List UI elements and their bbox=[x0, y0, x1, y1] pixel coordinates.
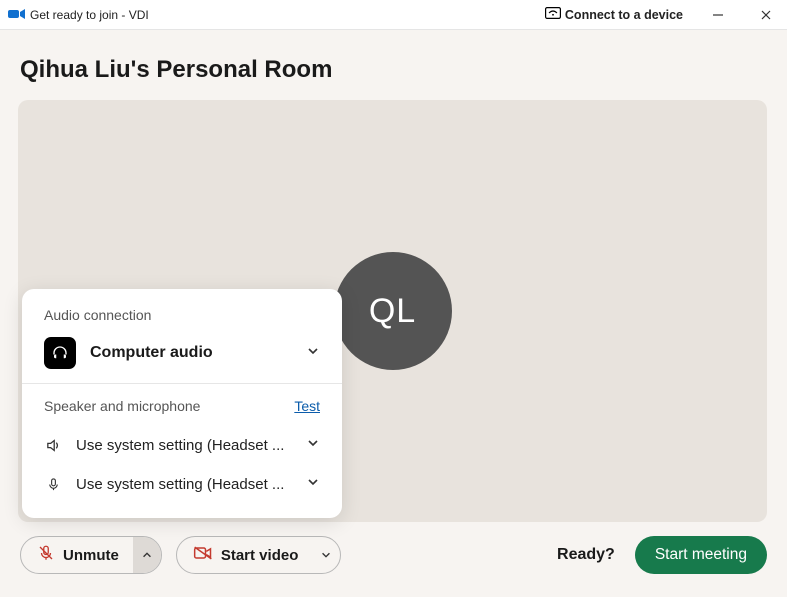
microphone-value: Use system setting (Headset ... bbox=[76, 476, 292, 493]
speaker-value: Use system setting (Headset ... bbox=[76, 437, 292, 454]
microphone-icon bbox=[44, 476, 62, 493]
chevron-down-icon bbox=[306, 475, 320, 494]
startvideo-control-group: Start video bbox=[176, 536, 342, 574]
avatar: QL bbox=[334, 252, 452, 370]
start-video-options-toggle[interactable] bbox=[312, 537, 340, 573]
unmute-label: Unmute bbox=[63, 547, 119, 564]
divider bbox=[22, 383, 342, 384]
avatar-initials: QL bbox=[369, 292, 416, 331]
start-video-button[interactable]: Start video bbox=[177, 537, 313, 573]
microphone-selector[interactable]: Use system setting (Headset ... bbox=[22, 465, 342, 504]
connect-to-device-button[interactable]: Connect to a device bbox=[545, 7, 683, 22]
window-close-button[interactable] bbox=[753, 5, 779, 25]
test-link[interactable]: Test bbox=[294, 398, 320, 414]
ready-label: Ready? bbox=[557, 546, 615, 564]
speaker-icon bbox=[44, 437, 62, 454]
device-icon bbox=[545, 7, 561, 22]
start-meeting-button[interactable]: Start meeting bbox=[635, 536, 767, 574]
unmute-options-toggle[interactable] bbox=[133, 537, 161, 573]
title-bar: Get ready to join - VDI Connect to a dev… bbox=[0, 0, 787, 30]
content-area: Qihua Liu's Personal Room QL Audio conne… bbox=[0, 30, 787, 592]
headset-icon bbox=[44, 337, 76, 369]
start-video-label: Start video bbox=[221, 547, 299, 564]
bottom-controls: Unmute Start video bbox=[18, 522, 769, 574]
mic-muted-icon bbox=[37, 544, 55, 566]
speaker-mic-title: Speaker and microphone bbox=[44, 398, 200, 414]
audio-mode-label: Computer audio bbox=[90, 344, 292, 362]
room-title: Qihua Liu's Personal Room bbox=[20, 56, 769, 84]
connect-to-device-label: Connect to a device bbox=[565, 8, 683, 22]
unmute-control-group: Unmute bbox=[20, 536, 162, 574]
chevron-down-icon bbox=[306, 436, 320, 455]
audio-connection-popup: Audio connection Computer audio Speaker … bbox=[22, 289, 342, 518]
app-icon bbox=[8, 8, 24, 22]
chevron-down-icon bbox=[306, 344, 320, 363]
video-off-icon bbox=[193, 545, 213, 565]
speaker-mic-header: Speaker and microphone Test bbox=[22, 398, 342, 426]
audio-connection-title: Audio connection bbox=[22, 307, 342, 337]
audio-mode-selector[interactable]: Computer audio bbox=[22, 337, 342, 383]
speaker-selector[interactable]: Use system setting (Headset ... bbox=[22, 426, 342, 465]
window-title: Get ready to join - VDI bbox=[30, 8, 149, 22]
title-bar-left: Get ready to join - VDI bbox=[8, 8, 545, 22]
window-minimize-button[interactable] bbox=[705, 5, 731, 25]
video-preview: QL Audio connection Computer audio bbox=[18, 100, 767, 522]
title-bar-right: Connect to a device bbox=[545, 5, 779, 25]
unmute-button[interactable]: Unmute bbox=[21, 537, 133, 573]
